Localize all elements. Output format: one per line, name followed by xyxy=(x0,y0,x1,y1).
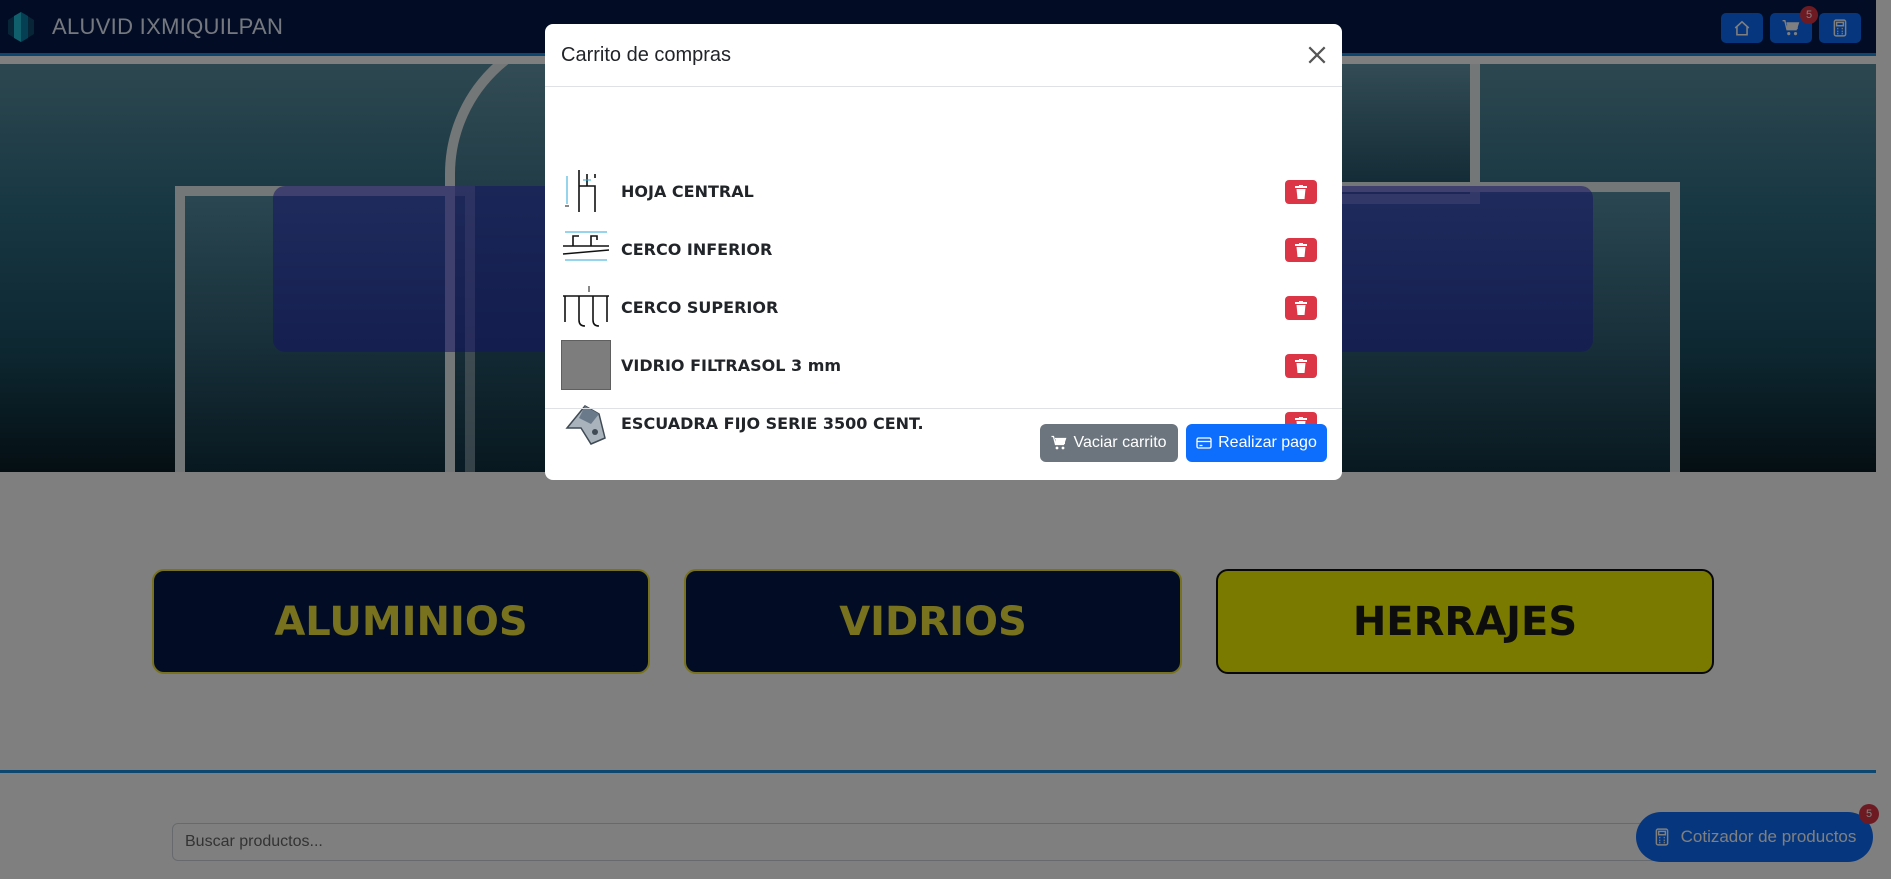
cart-icon xyxy=(1051,435,1067,450)
delete-item-button[interactable] xyxy=(1285,354,1317,378)
item-name: VIDRIO FILTRASOL 3 mm xyxy=(621,355,842,375)
profile-drawing-thumb xyxy=(561,224,611,274)
modal-header: Carrito de compras xyxy=(545,24,1342,87)
glass-swatch-thumb xyxy=(561,340,611,390)
cart-item: CERCO SUPERIOR xyxy=(561,282,1332,332)
delete-item-button[interactable] xyxy=(1285,296,1317,320)
cart-item: VIDRIO FILTRASOL 3 mm xyxy=(561,340,1332,390)
modal-title: Carrito de compras xyxy=(561,43,732,66)
delete-item-button[interactable] xyxy=(1285,238,1317,262)
item-name: CERCO INFERIOR xyxy=(621,239,773,259)
item-name: CERCO SUPERIOR xyxy=(621,297,779,317)
item-name: HOJA CENTRAL xyxy=(621,181,754,201)
close-icon[interactable] xyxy=(1306,44,1328,66)
trash-icon xyxy=(1295,185,1307,199)
empty-cart-label: Vaciar carrito xyxy=(1073,434,1167,451)
profile-drawing-thumb xyxy=(561,282,611,332)
trash-icon xyxy=(1295,243,1307,257)
delete-item-button[interactable] xyxy=(1285,180,1317,204)
cart-item: HOJA CENTRAL xyxy=(561,166,1332,216)
empty-cart-button[interactable]: Vaciar carrito xyxy=(1040,424,1178,462)
credit-card-icon xyxy=(1196,437,1212,449)
cart-item: CERCO INFERIOR xyxy=(561,224,1332,274)
checkout-button[interactable]: Realizar pago xyxy=(1186,424,1327,462)
cart-items-list: HOJA CENTRAL CERCO INFERIOR CERCO SUPERI… xyxy=(545,87,1342,445)
checkout-label: Realizar pago xyxy=(1218,434,1317,451)
trash-icon xyxy=(1295,301,1307,315)
cart-modal: Carrito de compras HOJA CENTRAL CERCO IN… xyxy=(545,24,1342,480)
modal-footer: Vaciar carrito Realizar pago xyxy=(545,408,1342,480)
trash-icon xyxy=(1295,359,1307,373)
profile-drawing-thumb xyxy=(561,166,611,216)
